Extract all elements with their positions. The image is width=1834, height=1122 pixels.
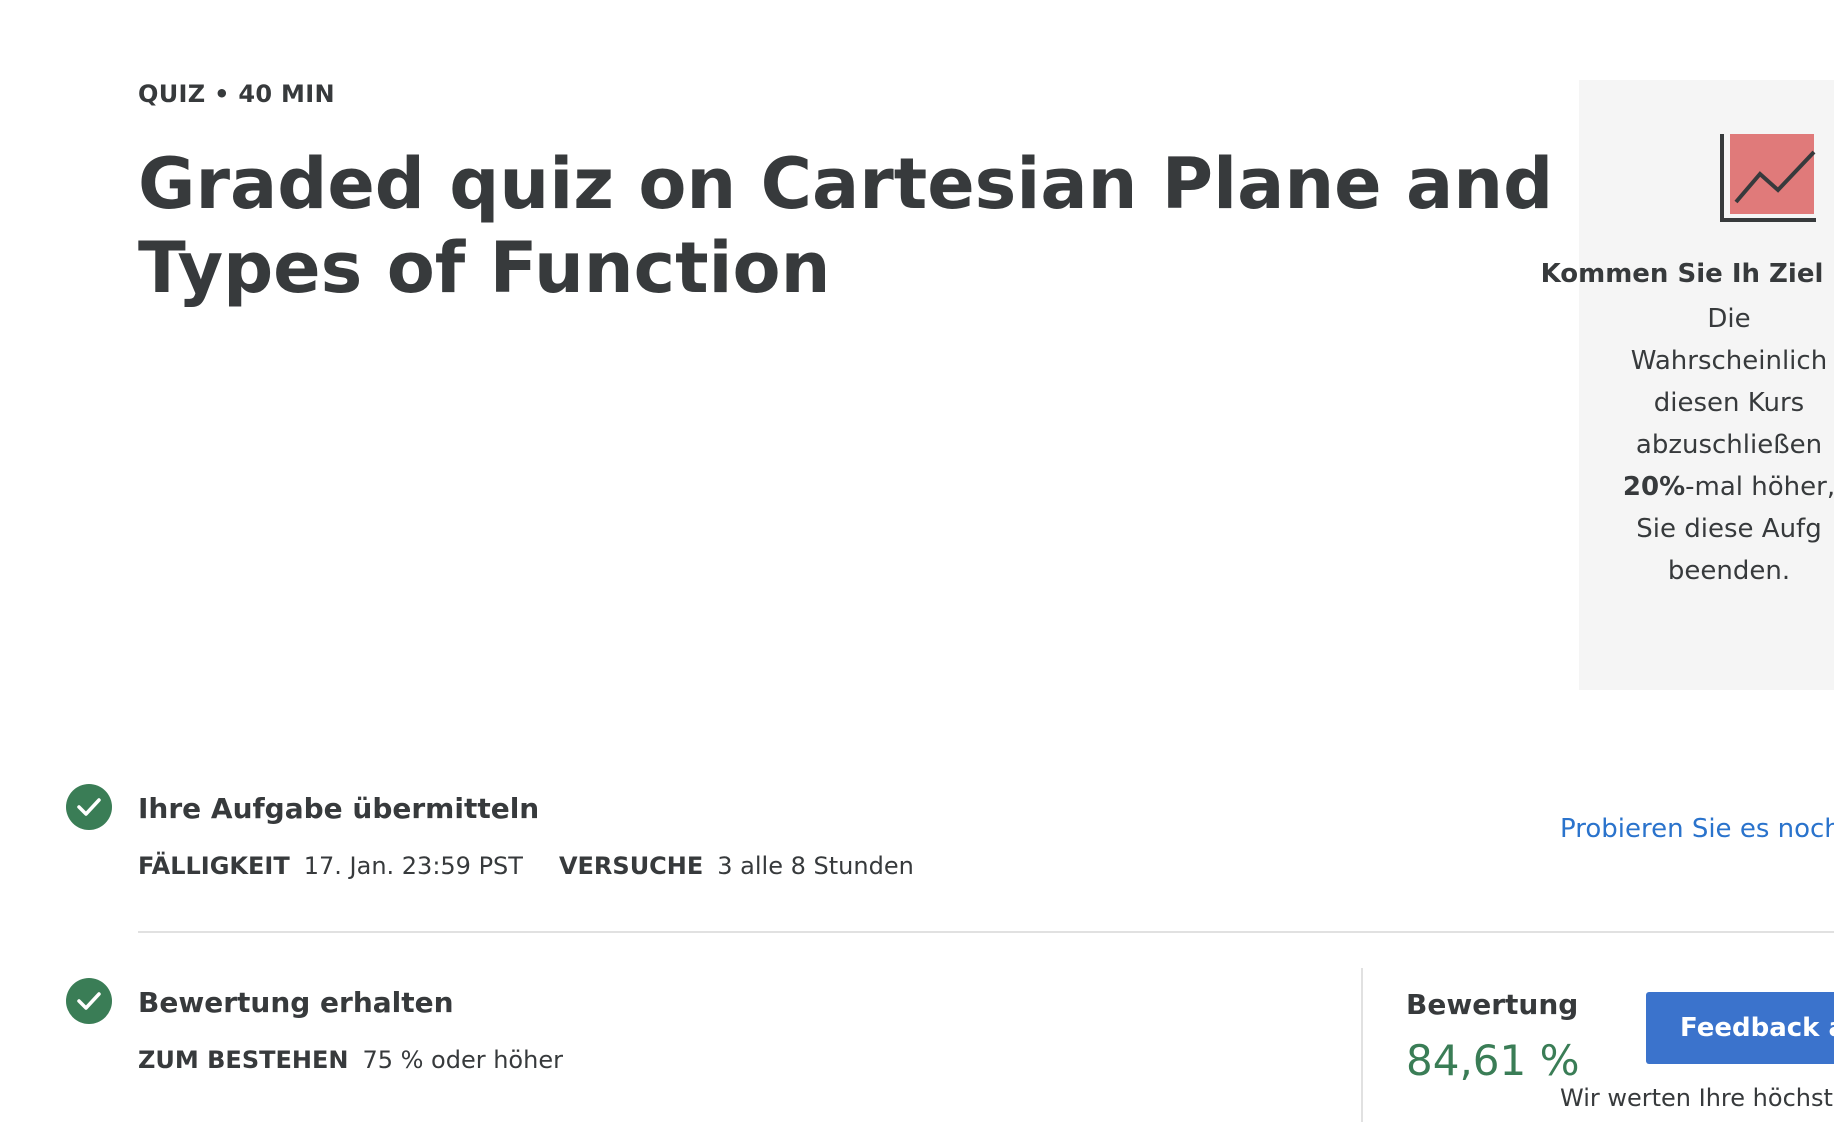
info-panel-line: Die [1707,304,1751,334]
grade-label: Bewertung [1406,988,1579,1021]
page-title: Graded quiz on Cartesian Plane and Types… [138,143,1554,309]
grade-step-title: Bewertung erhalten [138,986,454,1019]
info-panel-line: abzuschließen [1635,430,1823,460]
info-panel-line: 20%-mal höher, [1539,466,1834,508]
info-panel-line: beenden. [1667,556,1791,586]
info-panel: Kommen Sie Ih Ziel näher Die Wahrscheinl… [1541,80,1834,690]
attempts-value: 3 alle 8 Stunden [717,852,914,880]
pass-value: 75 % oder höher [362,1046,563,1074]
info-panel-heading: Kommen Sie Ih Ziel näher [1540,259,1834,289]
info-panel-line: Wahrscheinlich [1630,346,1828,376]
info-panel-text: Kommen Sie Ih Ziel näher Die Wahrscheinl… [1539,250,1834,592]
due-label: FÄLLIGKEIT [138,852,290,880]
item-meta: QUIZ • 40 MIN [138,80,335,108]
grade-value: 84,61 % [1406,1036,1580,1085]
line-chart-icon [1718,132,1818,228]
grade-step-details: ZUM BESTEHEN 75 % oder höher [138,1046,599,1074]
divider [138,931,1834,933]
info-panel-line-rest: -mal höher, [1685,472,1834,502]
feedback-button[interactable]: Feedback an [1646,992,1834,1064]
retry-link[interactable]: Probieren Sie es noch [1560,814,1834,844]
pass-label: ZUM BESTEHEN [138,1046,349,1074]
info-panel-line: diesen Kurs [1653,388,1805,418]
check-icon [66,978,112,1024]
info-panel-line: Sie diese Aufg [1636,514,1822,544]
due-value: 17. Jan. 23:59 PST [303,852,523,880]
submit-step-details: FÄLLIGKEIT 17. Jan. 23:59 PST VERSUCHE 3 al… [138,852,950,880]
submit-step-title: Ihre Aufgabe übermitteln [138,792,540,825]
info-panel-highlight: 20% [1622,472,1686,502]
check-icon [66,784,112,830]
attempts-label: VERSUCHE [558,852,704,880]
vertical-divider [1361,968,1363,1122]
grade-note: Wir werten Ihre höchste [1560,1084,1834,1112]
